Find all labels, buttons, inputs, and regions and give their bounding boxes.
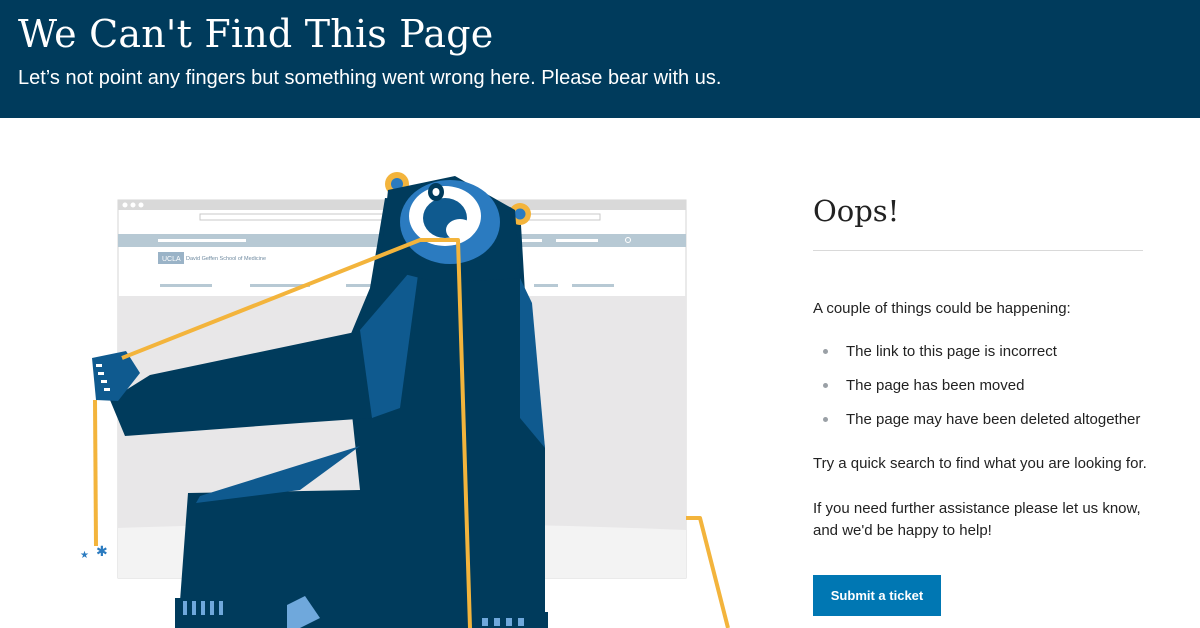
bear-browser-artwork: UCLA David Geffen School of Medicine ★ ✱ <box>80 172 730 628</box>
submit-ticket-button[interactable]: Submit a ticket <box>813 575 941 616</box>
page-banner: We Can't Find This Page Let’s not point … <box>0 0 1200 118</box>
list-item: The page has been moved <box>813 377 1140 411</box>
browser-site-name: David Geffen School of Medicine <box>186 256 266 262</box>
oops-heading: Oops! <box>813 194 900 228</box>
reasons-list: The link to this page is incorrect The p… <box>813 343 1140 445</box>
bear-illustration: UCLA David Geffen School of Medicine ★ ✱ <box>0 118 780 628</box>
spark-icon: ★ ✱ <box>80 544 108 561</box>
search-hint: Try a quick search to find what you are … <box>813 455 1147 472</box>
list-item: The link to this page is incorrect <box>813 343 1140 377</box>
svg-text:★: ★ <box>80 550 89 561</box>
reasons-intro: A couple of things could be happening: <box>813 300 1071 317</box>
page-title: We Can't Find This Page <box>18 12 494 56</box>
svg-text:✱: ✱ <box>96 544 108 560</box>
divider <box>813 250 1143 251</box>
list-item: The page may have been deleted altogethe… <box>813 411 1140 445</box>
help-panel: Oops! A couple of things could be happen… <box>813 118 1153 628</box>
browser-brand-badge: UCLA <box>162 256 181 263</box>
assist-text: If you need further assistance please le… <box>813 500 1141 539</box>
page-subtitle: Let’s not point any fingers but somethin… <box>18 67 722 89</box>
